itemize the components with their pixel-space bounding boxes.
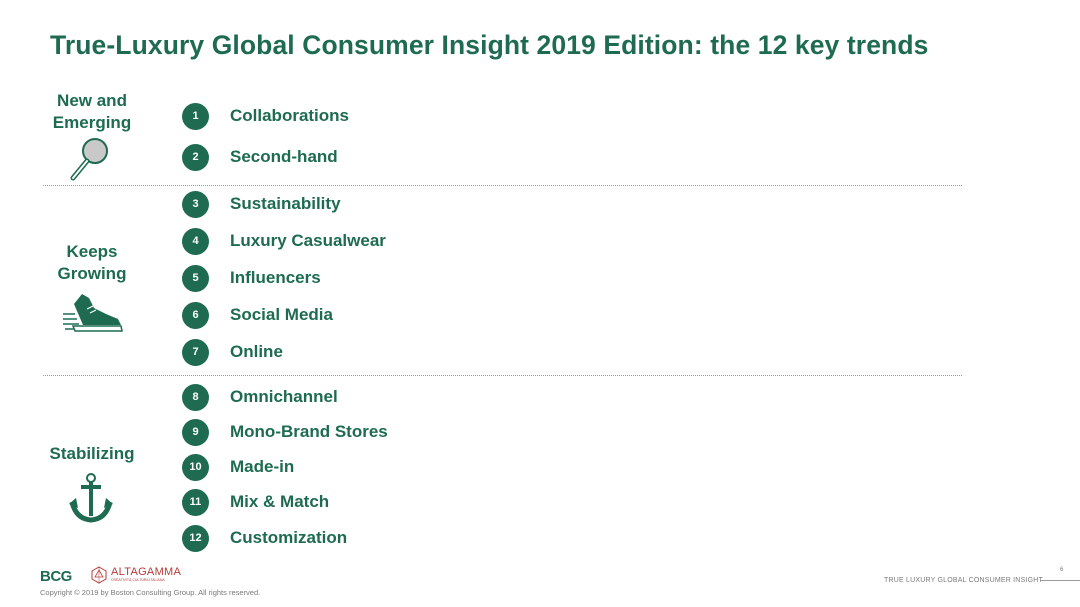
trend-item: 9 Mono-Brand Stores bbox=[182, 418, 388, 446]
category-label-new-and-emerging: New and Emerging bbox=[52, 91, 132, 132]
trend-item: 1 Collaborations bbox=[182, 102, 349, 130]
trend-label: Sustainability bbox=[230, 194, 341, 213]
trend-item: 8 Omnichannel bbox=[182, 383, 338, 411]
footer-rule bbox=[1040, 580, 1080, 581]
trend-label: Made-in bbox=[230, 457, 295, 476]
category-label-stabilizing: Stabilizing bbox=[49, 444, 135, 463]
trend-number-badge: 7 bbox=[182, 338, 209, 366]
trend-number-badge: 9 bbox=[182, 418, 209, 446]
trend-item: 6 Social Media bbox=[182, 301, 333, 329]
trend-label: Omnichannel bbox=[230, 387, 338, 406]
magnifying-glass-icon bbox=[70, 138, 108, 181]
trend-item: 11 Mix & Match bbox=[182, 488, 329, 516]
trend-item: 3 Sustainability bbox=[182, 190, 341, 218]
altagamma-logo: ALTAGAMMA CREATIVITÀ CULTURA ITALIANA bbox=[90, 566, 181, 584]
trend-label: Social Media bbox=[230, 305, 333, 324]
trend-label: Second-hand bbox=[230, 147, 338, 166]
bcg-logo: BCG bbox=[40, 568, 72, 585]
trend-item: 12 Customization bbox=[182, 524, 347, 552]
trend-label: Influencers bbox=[230, 268, 321, 287]
running-sneaker-icon bbox=[63, 294, 123, 332]
trend-number-badge: 11 bbox=[182, 488, 209, 516]
trend-number-badge: 5 bbox=[182, 264, 209, 292]
page-number: 6 bbox=[1060, 567, 1064, 573]
trend-item: 5 Influencers bbox=[182, 264, 321, 292]
trend-label: Collaborations bbox=[230, 106, 350, 125]
trend-item: 10 Made-in bbox=[182, 453, 294, 481]
anchor-icon bbox=[69, 473, 113, 523]
report-name: TRUE LUXURY GLOBAL CONSUMER INSIGHT bbox=[884, 577, 1043, 584]
category-label-keeps-growing: Keeps Growing bbox=[57, 242, 127, 283]
trend-number-badge: 2 bbox=[182, 143, 209, 171]
section-divider bbox=[43, 375, 962, 376]
trend-number-badge: 1 bbox=[182, 102, 209, 130]
trend-item: 2 Second-hand bbox=[182, 143, 338, 171]
altagamma-wordmark: ALTAGAMMA bbox=[111, 566, 182, 578]
trend-label: Mono-Brand Stores bbox=[230, 422, 388, 441]
trend-label: Luxury Casualwear bbox=[230, 231, 386, 250]
trend-number-badge: 4 bbox=[182, 227, 209, 255]
trend-item: 7 Online bbox=[182, 338, 283, 366]
trend-number-badge: 8 bbox=[182, 383, 209, 411]
copyright-notice: Copyright © 2019 by Boston Consulting Gr… bbox=[40, 588, 261, 597]
trend-number-badge: 6 bbox=[182, 301, 209, 329]
trend-item: 4 Luxury Casualwear bbox=[182, 227, 386, 255]
page-title: True-Luxury Global Consumer Insight 2019… bbox=[50, 30, 929, 60]
trend-number-badge: 10 bbox=[182, 453, 209, 481]
altagamma-emblem-icon bbox=[91, 566, 107, 584]
altagamma-tagline: CREATIVITÀ CULTURA ITALIANA bbox=[111, 578, 165, 582]
trend-label: Mix & Match bbox=[230, 492, 330, 511]
trend-number-badge: 12 bbox=[182, 524, 209, 552]
trend-label: Online bbox=[230, 342, 283, 361]
trend-number-badge: 3 bbox=[182, 190, 209, 218]
trend-label: Customization bbox=[230, 528, 348, 547]
section-divider bbox=[43, 185, 962, 186]
